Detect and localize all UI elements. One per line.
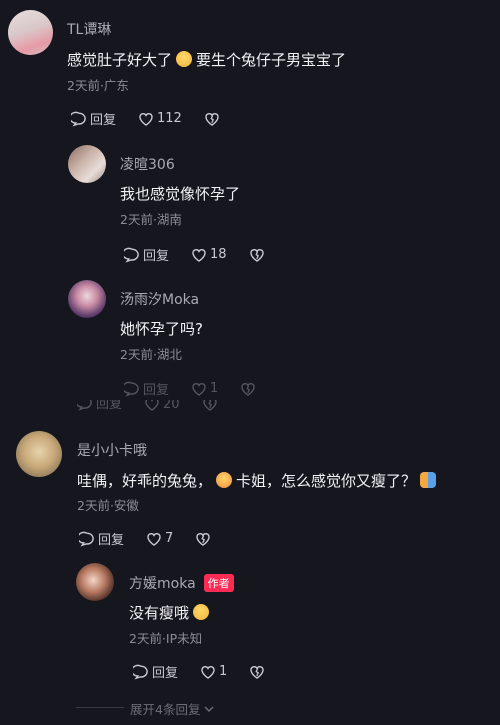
avatar[interactable] <box>8 10 53 55</box>
avatar[interactable] <box>68 280 106 318</box>
author-badge: 作者 <box>203 574 234 592</box>
reply-username[interactable]: 凌暄306 <box>120 154 175 174</box>
grinning-emoji-icon <box>176 51 193 67</box>
comment-meta: 2天前·广东 <box>67 78 129 93</box>
reply-button[interactable]: 回复 <box>79 529 124 548</box>
heart-icon <box>192 382 206 396</box>
reply-icon <box>124 381 139 396</box>
like-button[interactable]: 18 <box>191 247 227 263</box>
broken-heart-icon <box>241 382 255 396</box>
reply-button[interactable]: 回复 <box>124 245 169 264</box>
scared-emoji-icon <box>216 472 233 488</box>
reply-icon <box>133 664 148 679</box>
heart-icon <box>192 248 206 262</box>
shy-smile-emoji-icon <box>193 604 210 620</box>
broken-heart-icon <box>202 400 217 411</box>
reply-actions: 回复 1 <box>124 379 278 398</box>
hugging-people-emoji-icon <box>420 472 437 488</box>
chevron-down-icon <box>204 706 214 712</box>
heart-icon <box>139 112 153 126</box>
reply-text: 我也感觉像怀孕了 <box>120 185 241 203</box>
like-button[interactable]: 20 <box>144 400 180 412</box>
reply-button[interactable]: 回复 <box>71 109 116 128</box>
comment-meta: 2天前·安徽 <box>77 498 139 513</box>
reply-icon <box>71 111 86 126</box>
like-button[interactable]: 1 <box>191 381 218 397</box>
reply-meta: 2天前·湖北 <box>120 347 182 362</box>
dislike-button[interactable] <box>249 664 265 680</box>
dislike-button[interactable] <box>204 111 220 127</box>
comment-username[interactable]: 是小小卡哦 <box>77 440 147 460</box>
comment-actions: 回复 7 <box>79 529 233 548</box>
comment-actions: 回复 112 <box>71 109 242 128</box>
reply-button[interactable]: 回复 <box>133 662 178 681</box>
avatar[interactable] <box>76 563 114 601</box>
reply-text: 没有瘦哦 <box>129 602 213 623</box>
heart-icon <box>201 665 215 679</box>
comment-username[interactable]: TL谭琳 <box>67 19 111 39</box>
reply-icon <box>124 247 139 262</box>
reply-meta: 2天前·湖南 <box>120 212 182 227</box>
broken-heart-icon <box>205 112 219 126</box>
dislike-button[interactable] <box>249 247 265 263</box>
like-button[interactable]: 1 <box>200 664 227 680</box>
avatar[interactable] <box>68 145 106 183</box>
dislike-button[interactable] <box>240 381 256 397</box>
reply-username: 方媛moka 作者 <box>129 573 234 593</box>
reply-meta: 2天前·IP未知 <box>129 631 203 646</box>
divider <box>76 707 124 708</box>
reply-username[interactable]: 汤雨汐Moka <box>120 289 199 309</box>
comment-text: 哇偶，好乖的兔兔， 卡姐，怎么感觉你又瘦了？ <box>77 470 440 491</box>
heart-icon <box>145 400 159 411</box>
reply-actions: 回复 18 <box>124 245 287 264</box>
like-button[interactable]: 112 <box>138 111 182 127</box>
like-button[interactable]: 7 <box>146 531 173 547</box>
reply-button[interactable]: 回复 <box>124 379 169 398</box>
reply-text: 她怀孕了吗? <box>120 320 203 338</box>
broken-heart-icon <box>250 665 264 679</box>
broken-heart-icon <box>196 532 210 546</box>
reply-icon <box>79 531 94 546</box>
reply-actions: 回复 1 <box>133 662 287 681</box>
avatar[interactable] <box>16 431 62 477</box>
dislike-button[interactable] <box>195 531 211 547</box>
expand-replies-button[interactable]: 展开4条回复 <box>130 699 214 718</box>
reply-button[interactable]: 回复 <box>77 400 122 412</box>
broken-heart-icon <box>249 248 264 262</box>
reply-icon <box>77 400 92 410</box>
dislike-button[interactable] <box>202 400 218 412</box>
partial-action-row: 回复 20 <box>77 400 240 412</box>
heart-icon <box>147 532 161 546</box>
comment-text: 感觉肚子好大了 要生个兔仔子男宝宝了 <box>67 51 347 69</box>
